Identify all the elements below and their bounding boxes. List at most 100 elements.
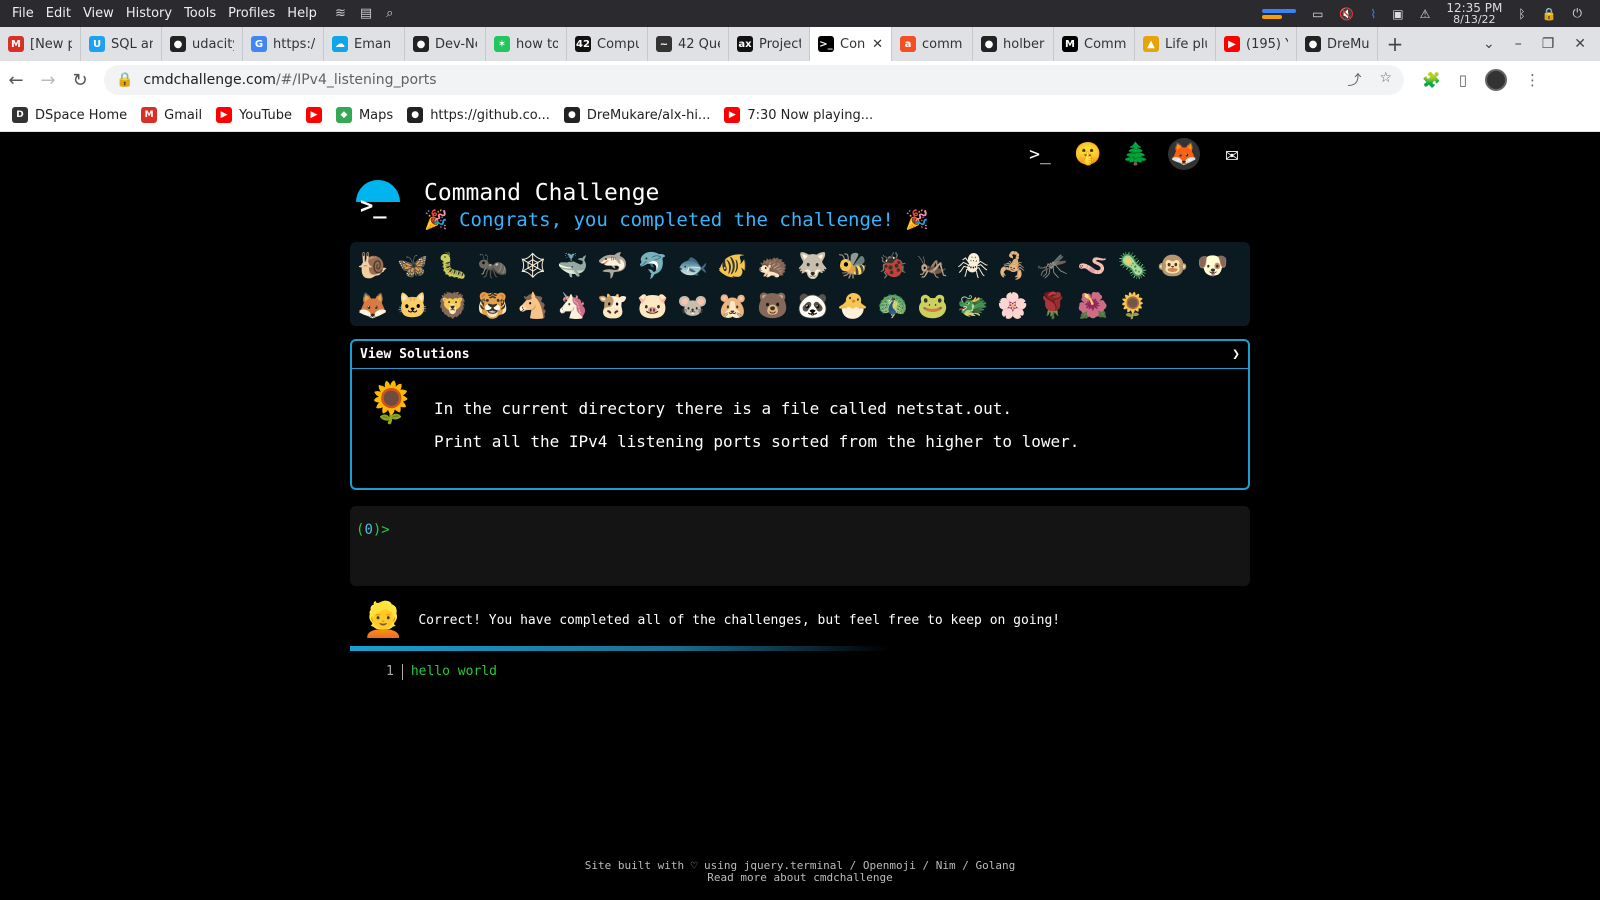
tab[interactable]: M [New p: [0, 27, 81, 61]
tab[interactable]: ▲ Life plu: [1135, 27, 1216, 61]
tab[interactable]: Ghttps:/: [243, 27, 324, 61]
bookmark-item[interactable]: ▶ 7:30 Now playing...: [724, 107, 873, 123]
shushing-face-icon[interactable]: 🤫: [1072, 138, 1104, 170]
profile-avatar[interactable]: [1484, 69, 1507, 91]
app-switcher-icon[interactable]: ≋: [335, 6, 346, 21]
view-solutions-header[interactable]: View Solutions ❯: [352, 341, 1248, 369]
power-icon[interactable]: ⏻: [1573, 6, 1583, 21]
challenge-badge-icon[interactable]: 🦄: [556, 288, 590, 324]
challenge-badge-icon[interactable]: 🐝: [836, 248, 870, 284]
challenge-badge-icon[interactable]: 🌸: [996, 288, 1030, 324]
challenge-badge-icon[interactable]: 🐠: [716, 248, 750, 284]
terminal-input[interactable]: (0)>: [350, 506, 1250, 586]
mail-icon[interactable]: ✉: [1216, 138, 1248, 170]
challenge-badge-icon[interactable]: 🕷: [956, 248, 990, 284]
challenge-badge-icon[interactable]: 🐳: [556, 248, 590, 284]
tab[interactable]: ● Dev-Ne: [405, 27, 486, 61]
tab-search-icon[interactable]: ⌄: [1483, 36, 1495, 52]
tab[interactable]: ax Project: [729, 27, 810, 61]
challenge-badge-icon[interactable]: 🦠: [1116, 248, 1150, 284]
tab[interactable]: ● holber: [973, 27, 1054, 61]
url-text[interactable]: cmdchallenge.com/#/IPv4_listening_ports: [143, 72, 436, 88]
challenge-badge-icon[interactable]: 🌹: [1036, 288, 1070, 324]
minimize-icon[interactable]: –: [1515, 36, 1522, 52]
restore-icon[interactable]: ❐: [1542, 36, 1555, 52]
bookmark-item[interactable]: ▶ YouTube: [216, 107, 292, 123]
challenge-badge-icon[interactable]: 🪱: [1076, 248, 1110, 284]
challenge-badge-icon[interactable]: 🌻: [1116, 288, 1150, 324]
display-icon[interactable]: ▣: [1392, 7, 1403, 21]
extensions-icon[interactable]: 🧩: [1422, 71, 1441, 89]
terminal-logo-icon[interactable]: >_: [1024, 138, 1056, 170]
challenge-badge-icon[interactable]: 🐺: [796, 248, 830, 284]
notifications-icon[interactable]: ⚠: [1420, 7, 1431, 21]
menu-file[interactable]: File: [6, 6, 40, 21]
bluetooth-icon[interactable]: ᛒ: [1518, 7, 1525, 21]
tree-icon[interactable]: 🌲: [1120, 138, 1152, 170]
challenge-badge-icon[interactable]: 🐟: [676, 248, 710, 284]
address-bar[interactable]: 🔒 cmdchallenge.com/#/IPv4_listening_port…: [104, 65, 1404, 95]
challenge-badge-icon[interactable]: 🐱: [396, 288, 430, 324]
forward-icon[interactable]: →: [32, 70, 64, 91]
challenge-badge-icon[interactable]: 🦈: [596, 248, 630, 284]
window-icon[interactable]: ▤: [360, 6, 372, 21]
menu-profiles[interactable]: Profiles: [222, 6, 281, 21]
challenge-badge-icon[interactable]: 🐵: [1156, 248, 1190, 284]
close-window-icon[interactable]: ✕: [1574, 36, 1586, 52]
challenge-badge-icon[interactable]: 🐌: [356, 248, 390, 284]
side-panel-icon[interactable]: ▯: [1459, 71, 1467, 89]
lock-icon[interactable]: 🔒: [116, 72, 133, 88]
more-menu-icon[interactable]: ⋮: [1525, 71, 1540, 89]
challenge-badge-icon[interactable]: 🐲: [956, 288, 990, 324]
bookmark-item[interactable]: ◆ Maps: [335, 107, 393, 123]
menu-help[interactable]: Help: [281, 6, 323, 21]
menu-edit[interactable]: Edit: [40, 6, 77, 21]
close-tab-icon[interactable]: ✕: [872, 37, 883, 52]
tab[interactable]: M Comm: [1054, 27, 1135, 61]
reload-icon[interactable]: ↻: [64, 70, 96, 91]
challenge-badge-icon[interactable]: 🦟: [1036, 248, 1070, 284]
challenge-badge-icon[interactable]: 🐶: [1196, 248, 1230, 284]
clock[interactable]: 12:35 PM 8/13/22: [1446, 2, 1502, 25]
challenge-badge-icon[interactable]: 🐮: [596, 288, 630, 324]
chevron-right-icon[interactable]: ❯: [1232, 347, 1240, 362]
challenge-badge-icon[interactable]: 🌺: [1076, 288, 1110, 324]
tab[interactable]: a comm: [892, 27, 973, 61]
search-icon[interactable]: ⌕: [386, 6, 393, 21]
challenge-badge-icon[interactable]: 🦋: [396, 248, 430, 284]
bookmark-star-icon[interactable]: ☆: [1379, 70, 1392, 90]
challenge-badge-icon[interactable]: 🐭: [676, 288, 710, 324]
challenge-badge-icon[interactable]: 🐛: [436, 248, 470, 284]
challenge-badge-icon[interactable]: 🐣: [836, 288, 870, 324]
challenge-badge-icon[interactable]: 🦗: [916, 248, 950, 284]
battery-icon[interactable]: ▭: [1312, 7, 1323, 21]
bookmark-item[interactable]: D DSpace Home: [12, 107, 127, 123]
challenge-badge-icon[interactable]: 🦊: [356, 288, 390, 324]
back-icon[interactable]: ←: [0, 70, 32, 91]
tab[interactable]: 42 Compu: [567, 27, 648, 61]
gitlab-icon[interactable]: 🦊: [1168, 138, 1200, 170]
challenge-badge-icon[interactable]: 🦂: [996, 248, 1030, 284]
new-tab-button[interactable]: +: [1378, 32, 1412, 56]
tab[interactable]: U SQL an: [81, 27, 162, 61]
tab[interactable]: ~42 Que: [648, 27, 729, 61]
bookmark-item[interactable]: ● https://github.co...: [407, 107, 550, 123]
footer-read-more-link[interactable]: Read more about cmdchallenge: [0, 872, 1600, 884]
tab-active[interactable]: >_ Con ✕: [810, 27, 892, 61]
challenge-badge-icon[interactable]: 🐷: [636, 288, 670, 324]
challenge-badge-icon[interactable]: 🐻: [756, 288, 790, 324]
lock-icon[interactable]: 🔒: [1542, 7, 1557, 21]
challenge-badge-icon[interactable]: 🐴: [516, 288, 550, 324]
volume-muted-icon[interactable]: 🔇: [1339, 7, 1354, 21]
challenge-badge-icon[interactable]: 🐜: [476, 248, 510, 284]
challenge-badge-icon[interactable]: 🐸: [916, 288, 950, 324]
bookmark-item[interactable]: M Gmail: [141, 107, 202, 123]
challenge-badge-icon[interactable]: 🐞: [876, 248, 910, 284]
share-icon[interactable]: ⤴: [1347, 70, 1361, 90]
challenge-badge-icon[interactable]: 🐬: [636, 248, 670, 284]
challenge-badge-icon[interactable]: 🦔: [756, 248, 790, 284]
menu-history[interactable]: History: [120, 6, 178, 21]
challenge-badge-icon[interactable]: 🦚: [876, 288, 910, 324]
challenge-badge-icon[interactable]: 🐼: [796, 288, 830, 324]
bookmark-item[interactable]: ● DreMukare/alx-hi...: [563, 107, 710, 123]
